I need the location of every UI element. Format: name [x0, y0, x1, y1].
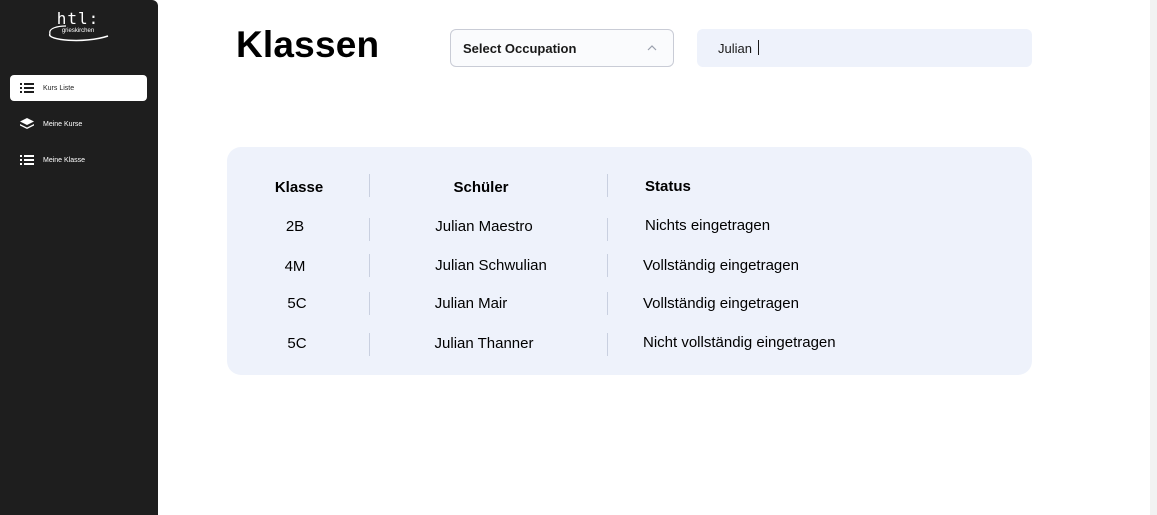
column-divider: [369, 292, 370, 315]
sidebar-item-label: Meine Kurse: [43, 120, 83, 128]
column-header-status: Status: [645, 178, 691, 195]
cell-status: Nicht vollständig eingetragen: [643, 334, 836, 351]
cell-klasse: 5C: [287, 295, 307, 312]
sidebar-item-meine-kurse[interactable]: Meine Kurse: [10, 111, 147, 137]
page-title: Klassen: [236, 24, 380, 65]
window-edge: [1150, 0, 1157, 515]
text-cursor: [758, 40, 759, 55]
cell-status: Vollständig eingetragen: [643, 257, 799, 274]
occupation-select-label: Select Occupation: [463, 40, 577, 56]
column-divider: [369, 333, 370, 356]
sidebar: htl: grieskirchen Kurs Liste Meine Kurse…: [0, 0, 158, 515]
column-divider: [607, 333, 608, 356]
column-divider: [607, 174, 608, 197]
cell-status: Vollständig eingetragen: [643, 295, 799, 312]
column-header-klasse: Klasse: [274, 179, 324, 196]
column-header-schueler: Schüler: [453, 179, 509, 196]
logo-main-text: htl:: [56, 9, 100, 28]
sidebar-item-label: Kurs Liste: [43, 84, 75, 92]
cell-schueler: Julian Maestro: [435, 218, 533, 235]
cell-status: Nichts eingetragen: [645, 217, 771, 234]
school-logo: htl: grieskirchen: [44, 10, 112, 44]
cell-schueler: Julian Schwulian: [435, 257, 547, 274]
cell-klasse: 5C: [287, 335, 307, 352]
cell-klasse: 2B: [285, 218, 305, 235]
cell-schueler: Julian Thanner: [434, 335, 534, 352]
cell-schueler: Julian Mair: [434, 295, 508, 312]
sidebar-item-label: Meine Klasse: [43, 156, 86, 164]
column-divider: [607, 254, 608, 277]
list-icon: [20, 83, 34, 93]
column-divider: [369, 174, 370, 197]
sidebar-item-kurs-liste[interactable]: Kurs Liste: [10, 75, 147, 101]
column-divider: [607, 292, 608, 315]
sidebar-item-meine-klasse[interactable]: Meine Klasse: [10, 147, 147, 173]
search-input[interactable]: [697, 29, 1032, 67]
results-table: Klasse Schüler Status 2B Julian Maestro …: [227, 147, 1032, 375]
chevron-up-icon: [647, 45, 657, 51]
column-divider: [607, 218, 608, 241]
layers-icon: [20, 118, 34, 129]
list-icon: [20, 155, 34, 165]
occupation-select[interactable]: Select Occupation: [450, 29, 674, 67]
column-divider: [369, 254, 370, 277]
column-divider: [369, 218, 370, 241]
cell-klasse: 4M: [284, 258, 306, 275]
logo-sub-text: grieskirchen: [61, 28, 95, 34]
